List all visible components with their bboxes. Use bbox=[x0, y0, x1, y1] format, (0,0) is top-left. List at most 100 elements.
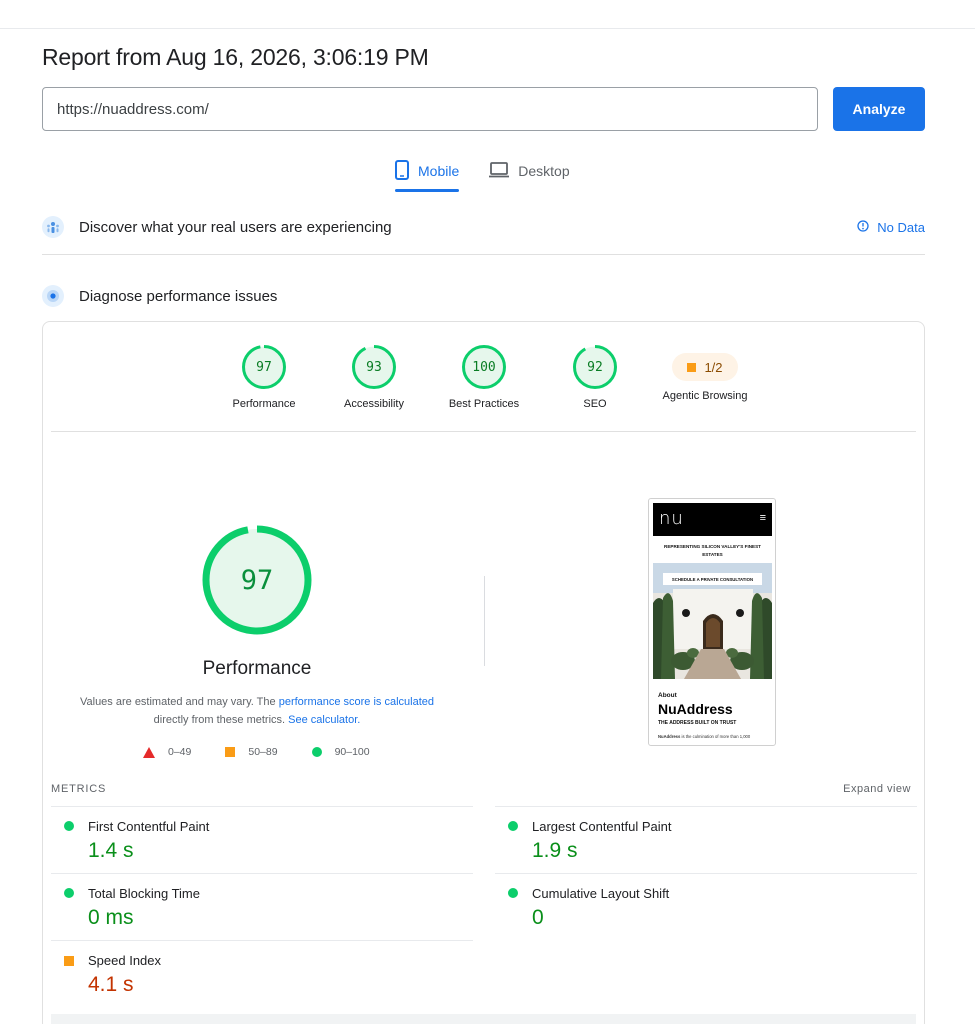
metric-first-contentful-paint: First Contentful Paint 1.4 s bbox=[51, 806, 473, 873]
metric-name: Total Blocking Time bbox=[88, 886, 200, 901]
pass-circle-icon bbox=[64, 821, 74, 831]
metric-total-blocking-time: Total Blocking Time 0 ms bbox=[51, 873, 473, 940]
no-data-label: No Data bbox=[877, 219, 925, 235]
screenshot-body-text: is the culmination of more than 1,000 bbox=[680, 734, 751, 739]
gauge-accessibility[interactable]: 93 Accessibility bbox=[319, 344, 429, 410]
top-divider bbox=[0, 28, 975, 29]
metric-value: 0 bbox=[532, 906, 544, 929]
gauge-label: Best Practices bbox=[448, 398, 520, 410]
bottom-bar bbox=[51, 1014, 916, 1024]
screenshot-body: NuAddress is the culmination of more tha… bbox=[658, 734, 750, 739]
gauge-score: 97 bbox=[256, 359, 272, 375]
metric-cumulative-layout-shift: Cumulative Layout Shift 0 bbox=[495, 873, 917, 940]
legend-average: 50–89 bbox=[225, 746, 278, 758]
card-divider bbox=[51, 431, 916, 432]
gauge-best-practices[interactable]: 100 Best Practices bbox=[429, 344, 539, 410]
gauge-score: 1/2 bbox=[704, 359, 723, 375]
legend-fail: 0–49 bbox=[143, 746, 191, 758]
section-divider bbox=[42, 254, 925, 255]
field-data-section: Discover what your real users are experi… bbox=[42, 216, 925, 238]
lighthouse-report-card: 97 Performance 93 Accessibility 100 Best… bbox=[42, 321, 925, 1024]
metric-value: 0 ms bbox=[88, 906, 134, 929]
legend-pass: 90–100 bbox=[311, 746, 370, 758]
pass-circle-icon bbox=[64, 888, 74, 898]
house-image: SCHEDULE A PRIVATE CONSULTATION bbox=[653, 563, 772, 679]
note-text-2: directly from these metrics. bbox=[153, 714, 289, 726]
pass-circle-icon bbox=[311, 747, 322, 757]
page-title: Report from Aug 16, 2026, 3:06:19 PM bbox=[42, 44, 429, 70]
screenshot-body-bold: NuAddress bbox=[658, 734, 681, 739]
gauge-performance[interactable]: 97 Performance bbox=[209, 344, 319, 410]
metric-value: 1.9 s bbox=[532, 839, 578, 862]
metric-name: First Contentful Paint bbox=[88, 819, 210, 834]
gauge-ring: 93 bbox=[351, 344, 397, 390]
screenshot-header: nu ≡ bbox=[653, 503, 772, 536]
pass-circle-icon bbox=[508, 888, 518, 898]
gauge-label: Performance bbox=[232, 398, 296, 410]
metric-largest-contentful-paint: Largest Contentful Paint 1.9 s bbox=[495, 806, 917, 873]
score-calculated-link[interactable]: performance score is calculated bbox=[279, 696, 434, 708]
metric-speed-index: Speed Index 4.1 s bbox=[51, 940, 473, 1007]
vertical-divider bbox=[484, 576, 485, 666]
agentic-score-pill: 1/2 bbox=[672, 353, 738, 381]
diagnose-section: Diagnose performance issues bbox=[42, 285, 925, 307]
hamburger-icon: ≡ bbox=[759, 512, 766, 524]
gauge-agentic-browsing[interactable]: 1/2 Agentic Browsing bbox=[650, 344, 760, 402]
fail-triangle-icon bbox=[143, 746, 155, 758]
diagnose-icon bbox=[42, 285, 64, 307]
tab-mobile[interactable]: Mobile bbox=[395, 156, 460, 192]
legend-fail-label: 0–49 bbox=[168, 746, 192, 758]
metrics-header: METRICS Expand view bbox=[51, 783, 911, 795]
pass-circle-icon bbox=[508, 821, 518, 831]
analyze-button[interactable]: Analyze bbox=[833, 87, 925, 131]
gauge-score: 93 bbox=[366, 359, 382, 375]
tab-mobile-label: Mobile bbox=[418, 163, 460, 179]
tab-desktop-label: Desktop bbox=[518, 163, 570, 179]
gauge-score: 92 bbox=[587, 359, 603, 375]
metrics-heading: METRICS bbox=[51, 783, 107, 795]
device-tabs: Mobile Desktop bbox=[395, 156, 570, 194]
performance-big-gauge: 97 bbox=[201, 524, 313, 636]
desktop-icon bbox=[489, 161, 510, 181]
average-square-icon bbox=[225, 747, 236, 757]
screenshot-about: About bbox=[658, 692, 677, 699]
diagnose-heading: Diagnose performance issues bbox=[79, 287, 278, 305]
gauge-label: Agentic Browsing bbox=[662, 390, 748, 402]
screenshot-logo: nu bbox=[659, 508, 684, 529]
average-square-icon bbox=[64, 956, 74, 966]
gauge-ring: 100 bbox=[461, 344, 507, 390]
mobile-icon bbox=[395, 159, 409, 183]
average-square-icon bbox=[687, 362, 697, 372]
users-icon bbox=[42, 216, 64, 238]
legend-average-label: 50–89 bbox=[248, 746, 278, 758]
performance-note: Values are estimated and may vary. The p… bbox=[73, 693, 441, 729]
metric-value: 4.1 s bbox=[88, 973, 134, 996]
metric-name: Cumulative Layout Shift bbox=[532, 886, 670, 901]
metric-name: Speed Index bbox=[88, 953, 162, 968]
performance-score: 97 bbox=[240, 564, 274, 596]
tab-desktop[interactable]: Desktop bbox=[489, 156, 570, 186]
expand-view-toggle[interactable]: Expand view bbox=[843, 783, 911, 795]
gauge-ring: 92 bbox=[572, 344, 618, 390]
screenshot-tagline: REPRESENTING SILICON VALLEY'S FINEST EST… bbox=[664, 544, 761, 557]
gauge-label: SEO bbox=[583, 398, 607, 410]
gauge-ring: 97 bbox=[241, 344, 287, 390]
note-text: Values are estimated and may vary. The bbox=[79, 696, 279, 708]
no-data-link[interactable]: No Data bbox=[857, 220, 925, 235]
legend-pass-label: 90–100 bbox=[334, 746, 370, 758]
gauge-score: 100 bbox=[472, 359, 496, 375]
gauge-seo[interactable]: 92 SEO bbox=[540, 344, 650, 410]
page-screenshot: nu ≡ REPRESENTING SILICON VALLEY'S FINES… bbox=[648, 498, 776, 746]
gauge-label: Accessibility bbox=[344, 398, 404, 410]
see-calculator-link[interactable]: See calculator. bbox=[288, 714, 360, 726]
category-gauges: 97 Performance 93 Accessibility 100 Best… bbox=[43, 322, 924, 432]
info-icon bbox=[857, 219, 869, 235]
metric-value: 1.4 s bbox=[88, 839, 134, 862]
screenshot-cta: SCHEDULE A PRIVATE CONSULTATION bbox=[663, 573, 762, 585]
url-input[interactable] bbox=[42, 87, 818, 131]
metric-name: Largest Contentful Paint bbox=[532, 819, 672, 834]
score-legend: 0–49 50–89 90–100 bbox=[143, 746, 404, 758]
field-data-heading: Discover what your real users are experi… bbox=[79, 218, 392, 236]
screenshot-brand-name: NuAddress bbox=[658, 701, 733, 717]
performance-title: Performance bbox=[202, 658, 312, 679]
